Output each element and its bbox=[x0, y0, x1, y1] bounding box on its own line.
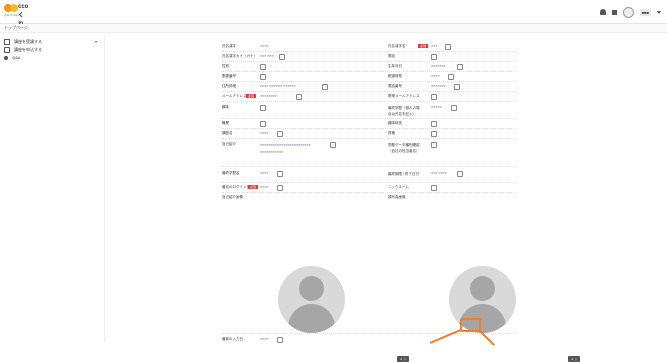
field-value: ■■■■ bbox=[260, 44, 269, 48]
field-label: 勤務データ種別確認（自社の担当者名） bbox=[388, 143, 420, 153]
top-bar: ccoくれ @ROUNEXT ■■■ bbox=[0, 0, 667, 28]
field-label: 性別 bbox=[222, 64, 229, 68]
edit-icon[interactable] bbox=[457, 171, 463, 177]
edit-icon[interactable] bbox=[448, 74, 454, 80]
edit-icon[interactable] bbox=[454, 84, 460, 90]
edit-icon[interactable] bbox=[277, 185, 283, 191]
edit-icon[interactable] bbox=[322, 84, 328, 90]
edit-icon[interactable] bbox=[260, 105, 266, 111]
avatar[interactable] bbox=[622, 6, 634, 18]
grid-icon[interactable] bbox=[611, 9, 617, 15]
chevron-down-icon[interactable] bbox=[657, 10, 661, 14]
table-row bbox=[222, 101, 516, 119]
field-label: ニックネーム bbox=[388, 185, 409, 189]
field-value: ■■■■ ■■■■■■ ■■■■■■ bbox=[260, 84, 296, 88]
edit-icon[interactable] bbox=[296, 94, 302, 100]
field-value: ■■■■ bbox=[260, 337, 269, 341]
field-label: 最終期限 / 終了日付 bbox=[388, 172, 419, 176]
field-value: ■■■■ bbox=[260, 171, 269, 175]
edit-icon[interactable] bbox=[277, 171, 283, 177]
main-content: 氏名漢字 ■■■■ 氏名漢字名 必須 ■■■ 氏名漢字カナ（カナ） ■■■ ■■… bbox=[105, 34, 667, 362]
field-value: ■■■ ■■■■ bbox=[431, 171, 447, 175]
field-value: ■■■■ bbox=[431, 74, 440, 78]
field-value: ■■■■ bbox=[260, 185, 269, 189]
field-label: 住所詳細 bbox=[222, 84, 236, 88]
field-value: ■■■■■■■ bbox=[431, 64, 446, 68]
field-label: 趣味特技 bbox=[388, 121, 402, 125]
edit-icon[interactable] bbox=[277, 131, 283, 137]
edit-icon[interactable] bbox=[431, 121, 437, 127]
header-actions: ■■■ bbox=[599, 6, 661, 18]
edit-icon[interactable] bbox=[451, 105, 457, 111]
field-label: 郵便番号 bbox=[222, 74, 236, 78]
required-badge: 必須 bbox=[248, 185, 258, 189]
edit-icon[interactable] bbox=[431, 142, 437, 148]
field-value: ■■■ ■■■ bbox=[260, 54, 274, 58]
camera-icon[interactable]: ● ▯ bbox=[397, 356, 409, 362]
field-value: ■■■■■ bbox=[431, 105, 442, 109]
cart-icon bbox=[4, 47, 10, 53]
highlight-box bbox=[460, 318, 481, 332]
edit-icon[interactable] bbox=[431, 185, 437, 191]
edit-icon[interactable] bbox=[330, 142, 336, 148]
profile-photo-placeholder bbox=[278, 266, 345, 333]
user-name[interactable]: ■■■ bbox=[639, 8, 651, 16]
field-label: 最終学歴名 bbox=[222, 171, 240, 175]
edit-icon[interactable] bbox=[431, 94, 437, 100]
edit-icon[interactable] bbox=[260, 74, 266, 80]
field-label: 氏名漢字 bbox=[222, 44, 236, 48]
field-value: ■■■ bbox=[431, 44, 438, 48]
field-value: ■■■■■■■■■■■■■■■■■■■■■■■■ ■■■■■■■■■■■ bbox=[260, 143, 311, 154]
question-icon bbox=[4, 55, 8, 60]
edit-icon[interactable] bbox=[260, 64, 266, 70]
sidebar-item-take-course[interactable]: 講座を受講する bbox=[4, 39, 42, 45]
edit-icon[interactable] bbox=[279, 54, 285, 60]
chevron-down-icon[interactable]: ▾ bbox=[95, 39, 97, 44]
book-icon bbox=[4, 39, 10, 45]
edit-icon[interactable] bbox=[277, 337, 283, 343]
edit-icon[interactable] bbox=[431, 131, 437, 137]
sidebar-item-label: Q&A bbox=[12, 55, 21, 60]
field-label: 最新の入力日 bbox=[222, 337, 243, 341]
field-value: ■■■■■■■ bbox=[431, 84, 446, 88]
field-label: 生年月日 bbox=[388, 64, 402, 68]
edit-icon[interactable] bbox=[445, 44, 451, 50]
field-label: 最初のログイン日 bbox=[222, 185, 250, 189]
sidebar-item-label: 講座を受講する bbox=[14, 39, 42, 44]
edit-icon[interactable] bbox=[260, 121, 266, 127]
breadcrumb-bar: トップページ bbox=[0, 24, 667, 33]
field-label: 講座名 bbox=[222, 131, 233, 135]
field-value: ■■■■■■■■ bbox=[260, 94, 277, 98]
sidebar-item-label: 講座を申込する bbox=[14, 47, 42, 52]
field-label: 最終学歴（個人の場合は氏名を記入） bbox=[388, 106, 420, 116]
edit-icon[interactable] bbox=[457, 64, 463, 70]
field-label: 携帯メールアドレス bbox=[388, 94, 420, 98]
field-label: 自己紹介 bbox=[222, 142, 236, 146]
field-label: メールアドレス bbox=[222, 94, 247, 98]
edit-icon[interactable] bbox=[431, 54, 437, 60]
field-label: 氏名漢字名 bbox=[388, 44, 406, 48]
required-badge: 必須 bbox=[246, 94, 256, 98]
sidebar: 講座を受講する ▾ 講座を申込する Q&A bbox=[0, 34, 105, 342]
bell-icon[interactable] bbox=[599, 9, 606, 15]
logo-subtitle: @ROUNEXT bbox=[4, 13, 22, 17]
sidebar-item-apply-course[interactable]: 講座を申込する bbox=[4, 47, 42, 53]
field-label: 電話番号 bbox=[388, 84, 402, 88]
field-label: 電話 bbox=[388, 54, 395, 58]
field-label: 都道府県 bbox=[388, 74, 402, 78]
field-label: 職業 bbox=[222, 121, 229, 125]
field-label: 趣味 bbox=[222, 105, 229, 109]
field-value: ■■■■ bbox=[260, 131, 269, 135]
breadcrumb[interactable]: トップページ bbox=[4, 25, 28, 31]
sidebar-item-qa[interactable]: Q&A bbox=[4, 55, 20, 60]
required-badge: 必須 bbox=[418, 44, 428, 48]
field-label: 氏名漢字カナ（カナ） bbox=[222, 54, 257, 58]
field-label: 資格 bbox=[388, 131, 395, 135]
camera-icon[interactable]: ● ▯ bbox=[568, 356, 580, 362]
